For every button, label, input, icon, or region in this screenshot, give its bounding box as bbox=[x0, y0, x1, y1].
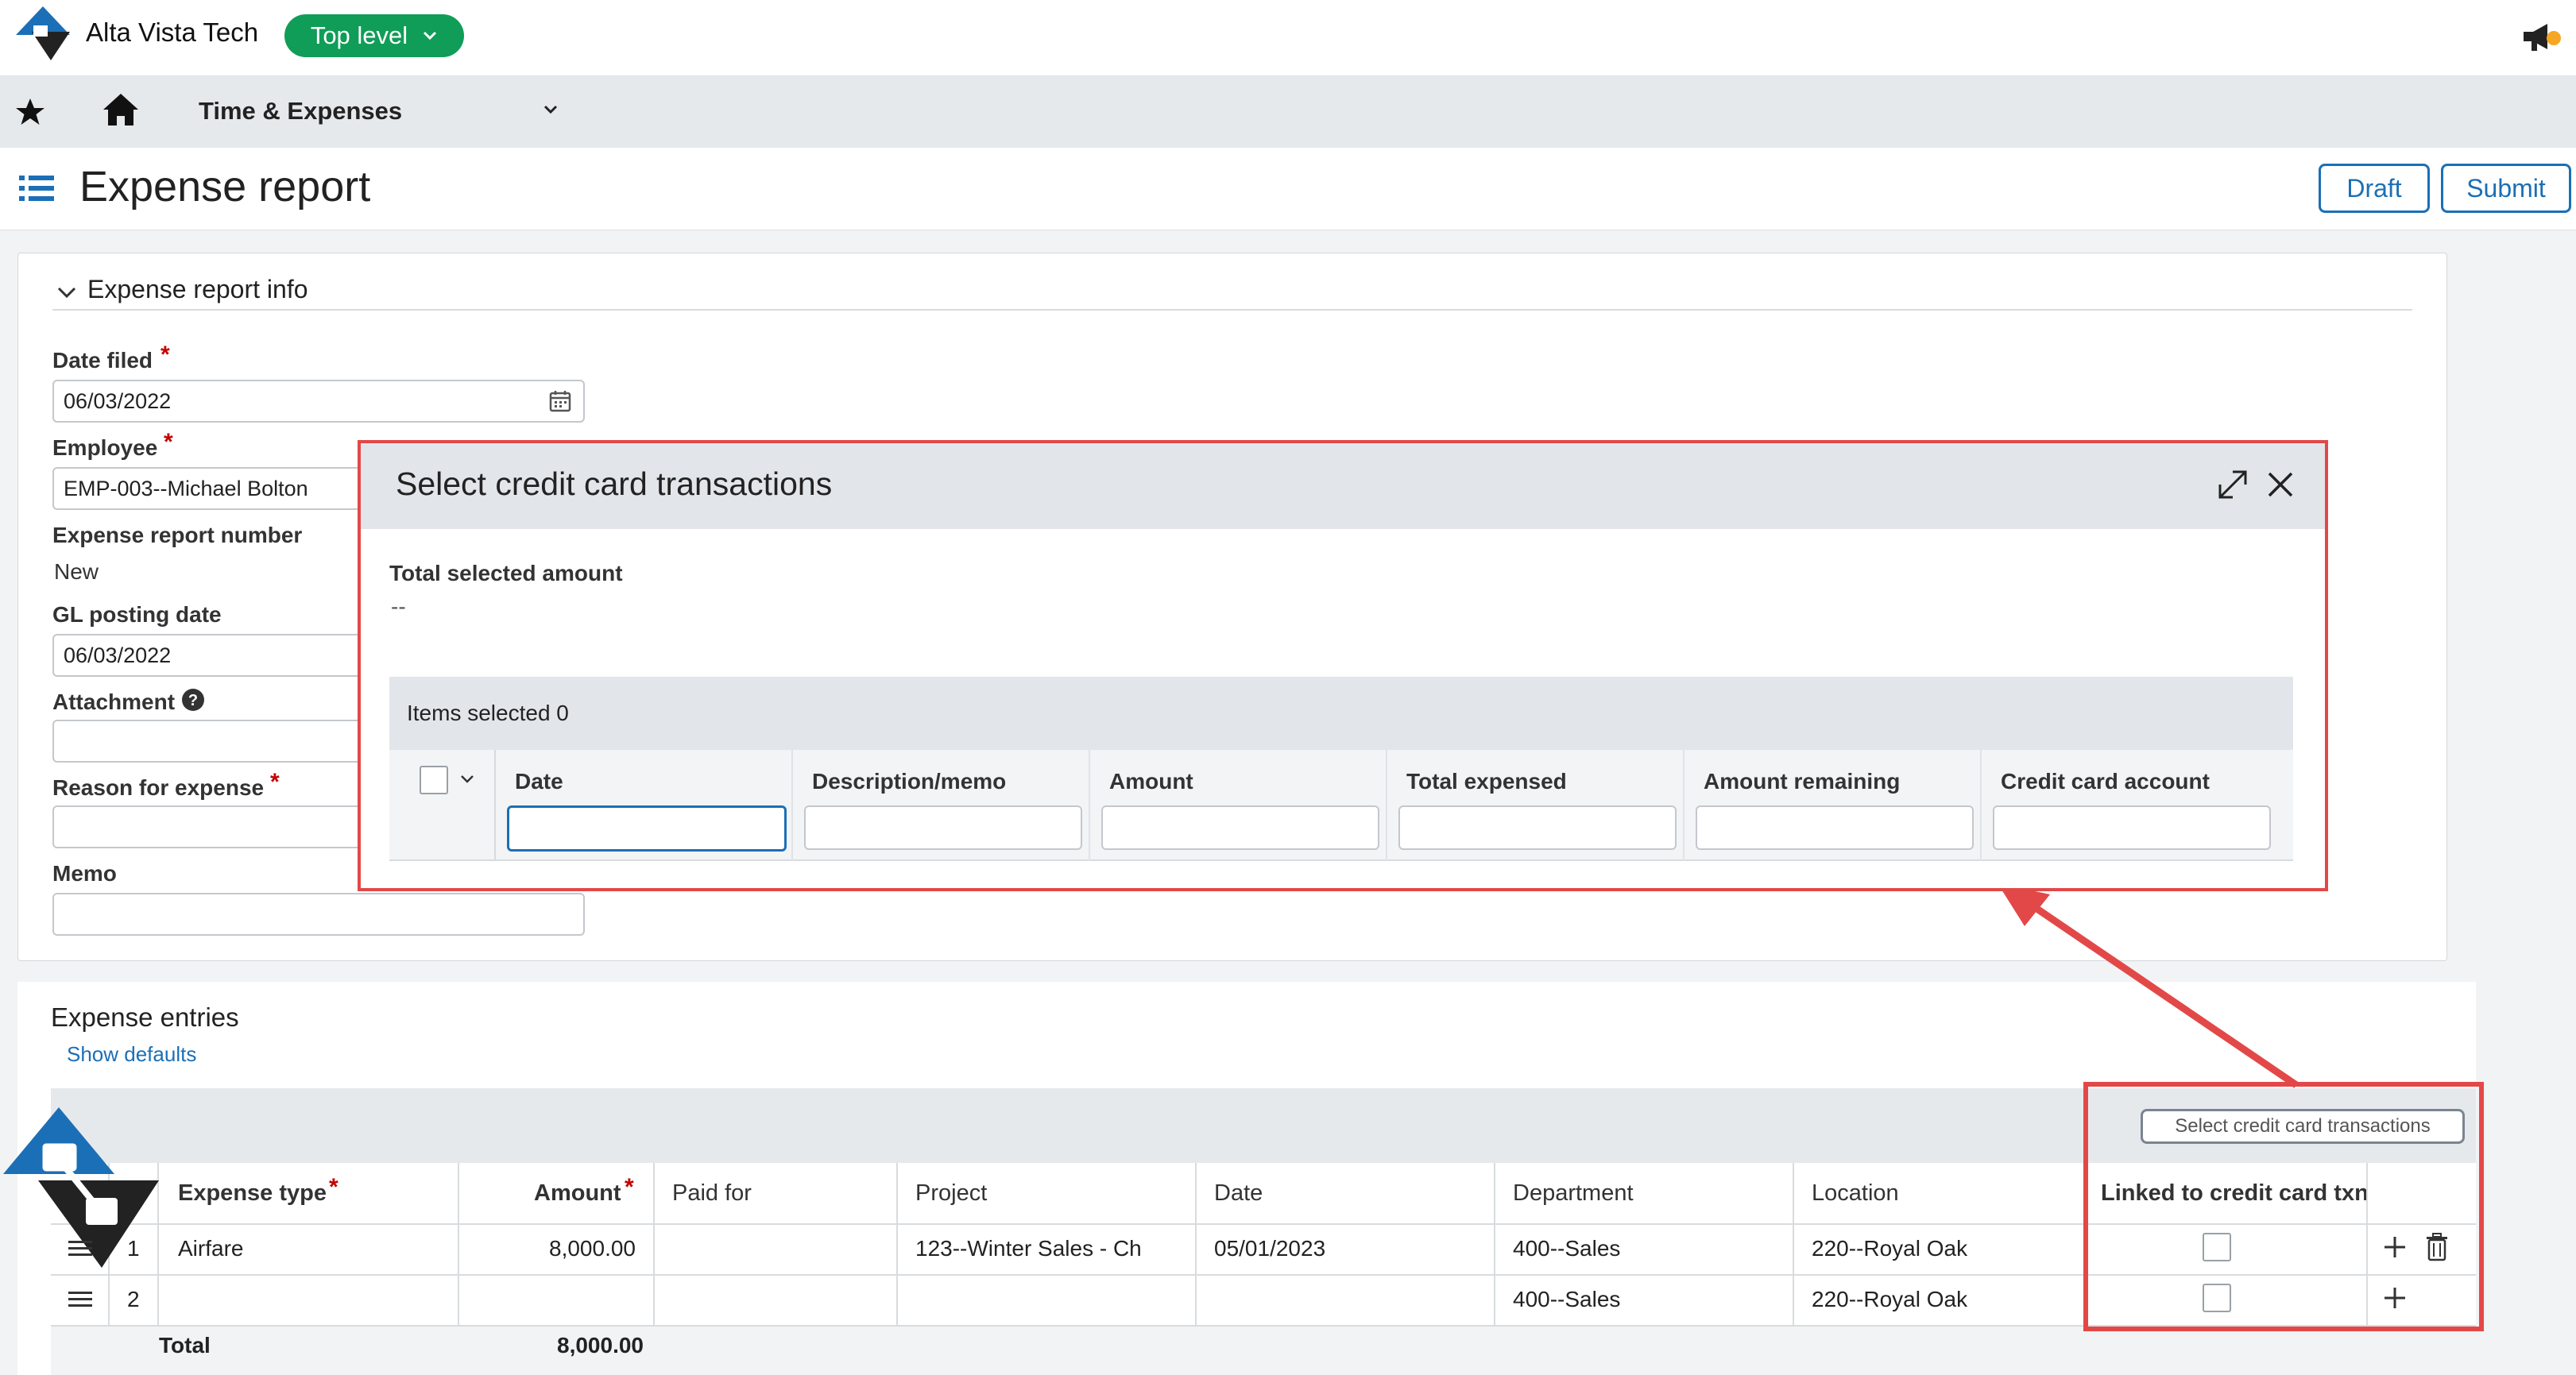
report-number-label: Expense report number bbox=[52, 523, 303, 547]
drag-handle-icon[interactable] bbox=[67, 1238, 94, 1260]
date-filed-label: Date filed bbox=[52, 348, 153, 373]
cell-date[interactable]: 05/01/2023 bbox=[1214, 1236, 1325, 1261]
title-bar: Expense report Draft Submit bbox=[0, 148, 2576, 230]
highlight-box bbox=[2083, 1082, 2484, 1331]
amount-filter-input[interactable] bbox=[1101, 805, 1379, 850]
cell-project[interactable]: 123--Winter Sales - Ch bbox=[915, 1236, 1146, 1261]
required-mark: * bbox=[164, 429, 173, 455]
col-amount-label: Amount bbox=[1109, 769, 1193, 794]
col-description: Description/memo bbox=[793, 750, 1090, 861]
company-logo-icon bbox=[16, 6, 70, 60]
module-label[interactable]: Time & Expenses bbox=[199, 97, 402, 126]
cell-location[interactable]: 220--Royal Oak bbox=[1812, 1287, 1967, 1312]
col-total-expensed-label: Total expensed bbox=[1406, 769, 1567, 794]
dialog-title: Select credit card transactions bbox=[396, 465, 833, 502]
col-amount: Amount bbox=[534, 1180, 621, 1206]
select-all-checkbox[interactable] bbox=[420, 766, 448, 794]
total-expensed-filter-input[interactable] bbox=[1398, 805, 1677, 850]
chevron-down-icon[interactable] bbox=[459, 774, 475, 785]
nav-bar: Time & Expenses bbox=[0, 76, 2576, 148]
date-filed-input[interactable]: 06/03/2022 bbox=[52, 380, 585, 423]
section-title[interactable]: Expense report info bbox=[87, 275, 308, 304]
col-cc-account-label: Credit card account bbox=[2001, 769, 2210, 794]
total-selected-label: Total selected amount bbox=[389, 561, 623, 585]
employee-label: Employee bbox=[52, 435, 158, 460]
date-filed-value: 06/03/2022 bbox=[64, 388, 172, 413]
reason-label: Reason for expense bbox=[52, 775, 265, 800]
col-date: Date bbox=[496, 750, 793, 861]
section-divider bbox=[52, 309, 2412, 311]
description-filter-input[interactable] bbox=[804, 805, 1082, 850]
total-label: Total bbox=[159, 1333, 211, 1358]
attachment-label: Attachment bbox=[52, 689, 176, 714]
draft-button[interactable]: Draft bbox=[2319, 164, 2430, 213]
home-icon[interactable] bbox=[102, 92, 140, 127]
items-selected-count: Items selected 0 bbox=[407, 701, 569, 725]
required-mark: * bbox=[161, 342, 170, 368]
chevron-down-icon bbox=[424, 31, 437, 41]
required-mark: * bbox=[329, 1174, 338, 1200]
cell-department[interactable]: 400--Sales bbox=[1513, 1236, 1620, 1261]
total-row bbox=[51, 1327, 2476, 1375]
module-dropdown-icon[interactable] bbox=[542, 103, 559, 116]
required-mark: * bbox=[625, 1174, 634, 1200]
cell-amount[interactable]: 8,000.00 bbox=[458, 1236, 636, 1261]
expand-icon[interactable] bbox=[2215, 467, 2250, 502]
cell-expense-type[interactable]: Airfare bbox=[178, 1236, 243, 1261]
collapse-chevron-icon[interactable] bbox=[56, 284, 78, 300]
top-bar: Alta Vista Tech Top level bbox=[0, 0, 2576, 76]
drag-handle-icon[interactable] bbox=[67, 1288, 94, 1311]
gl-posting-value: 06/03/2022 bbox=[64, 643, 172, 667]
amount-remaining-filter-input[interactable] bbox=[1696, 805, 1974, 850]
col-date-label: Date bbox=[515, 769, 563, 794]
page-title: Expense report bbox=[79, 163, 371, 210]
employee-value: EMP-003--Michael Bolton bbox=[64, 476, 308, 500]
col-date: Date bbox=[1214, 1180, 1263, 1206]
col-paid-for: Paid for bbox=[672, 1180, 752, 1206]
level-label: Top level bbox=[310, 21, 408, 49]
col-amount-remaining: Amount remaining bbox=[1684, 750, 1982, 861]
total-selected-value: -- bbox=[391, 594, 406, 619]
report-number-value: New bbox=[54, 559, 99, 584]
memo-input[interactable] bbox=[52, 893, 585, 936]
col-amount-remaining-label: Amount remaining bbox=[1704, 769, 1901, 794]
callout-arrow-icon bbox=[1998, 883, 2299, 1088]
total-amount: 8,000.00 bbox=[557, 1333, 644, 1358]
col-amount: Amount bbox=[1090, 750, 1387, 861]
calendar-icon[interactable] bbox=[548, 389, 572, 413]
svg-text:?: ? bbox=[188, 692, 198, 709]
transactions-grid-header: Date Description/memo Amount Total expen… bbox=[389, 750, 2293, 861]
favorites-star-icon[interactable] bbox=[14, 97, 46, 127]
items-selected-bar: Items selected 0 bbox=[389, 677, 2293, 750]
help-icon[interactable]: ? bbox=[181, 688, 205, 712]
select-cc-transactions-dialog: Select credit card transactions Total se… bbox=[358, 440, 2328, 891]
list-menu-icon[interactable] bbox=[17, 173, 56, 203]
col-expense-type: Expense type bbox=[178, 1180, 327, 1206]
col-description-label: Description/memo bbox=[812, 769, 1007, 794]
cell-department[interactable]: 400--Sales bbox=[1513, 1287, 1620, 1312]
show-defaults-link[interactable]: Show defaults bbox=[67, 1042, 196, 1067]
announcements-icon[interactable] bbox=[2520, 21, 2562, 56]
cc-account-filter-input[interactable] bbox=[1993, 805, 2271, 850]
company-name: Alta Vista Tech bbox=[86, 17, 259, 47]
gl-posting-label: GL posting date bbox=[52, 602, 222, 627]
col-cc-account: Credit card account bbox=[1982, 750, 2293, 861]
memo-label: Memo bbox=[52, 861, 117, 886]
col-project: Project bbox=[915, 1180, 988, 1206]
row-number: 2 bbox=[127, 1287, 140, 1311]
col-department: Department bbox=[1513, 1180, 1634, 1206]
entries-title: Expense entries bbox=[51, 1002, 239, 1032]
submit-button[interactable]: Submit bbox=[2441, 164, 2571, 213]
level-selector[interactable]: Top level bbox=[284, 14, 464, 57]
col-total-expensed: Total expensed bbox=[1387, 750, 1684, 861]
date-filter-input[interactable] bbox=[507, 805, 787, 852]
col-location: Location bbox=[1812, 1180, 1899, 1206]
required-mark: * bbox=[270, 769, 280, 795]
cell-location[interactable]: 220--Royal Oak bbox=[1812, 1236, 1967, 1261]
close-icon[interactable] bbox=[2265, 469, 2296, 500]
